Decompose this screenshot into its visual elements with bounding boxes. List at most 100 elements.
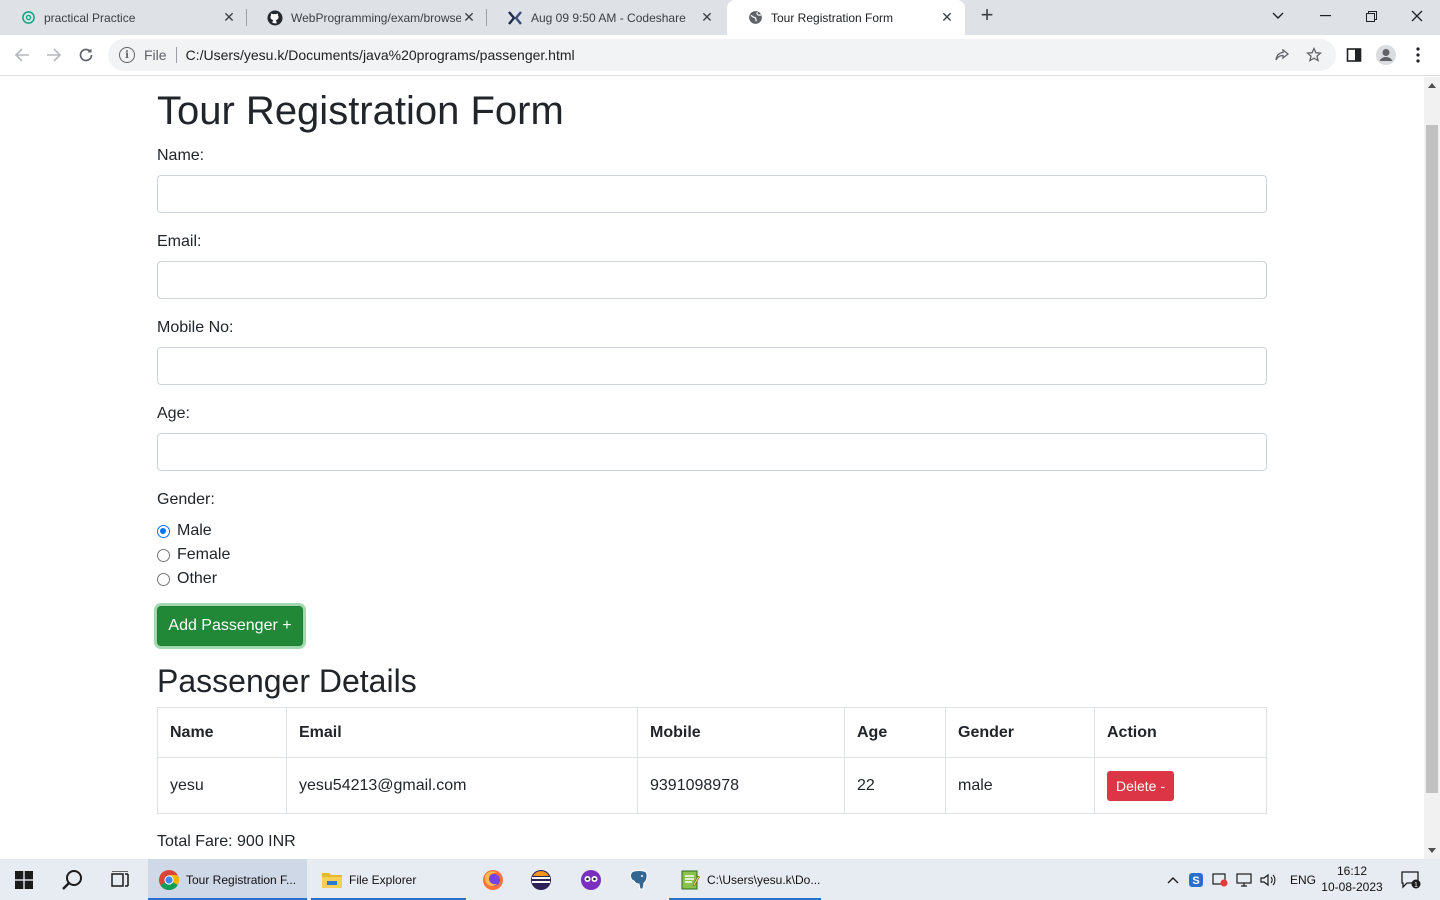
age-label: Age:	[157, 405, 190, 422]
taskbar-app-notepad[interactable]: C:\Users\yesu.k\Do...	[669, 859, 821, 900]
chrome-icon	[159, 869, 180, 890]
address-url[interactable]: C:/Users/yesu.k/Documents/java%20program…	[186, 47, 575, 63]
mobile-label: Mobile No:	[157, 319, 234, 336]
menu-kebab-icon[interactable]	[1406, 43, 1430, 67]
browser-toolbar: i File C:/Users/yesu.k/Documents/java%20…	[0, 35, 1440, 76]
passenger-table: Name Email Mobile Age Gender Action yesu…	[157, 707, 1267, 814]
address-scheme: File	[144, 47, 167, 63]
notification-center-icon[interactable]: 1	[1394, 859, 1428, 900]
tab-practical-practice[interactable]: practical Practice ✕	[0, 0, 247, 35]
column-header-email: Email	[286, 707, 638, 758]
clock-time: 16:12	[1336, 864, 1368, 878]
volume-icon[interactable]	[1256, 873, 1280, 887]
column-header-gender: Gender	[945, 707, 1095, 758]
cell-mobile: 9391098978	[637, 757, 845, 814]
table-header-row: Name Email Mobile Age Gender Action	[157, 707, 1267, 758]
email-label: Email:	[157, 233, 202, 250]
folder-icon	[322, 872, 342, 888]
name-label: Name:	[157, 147, 205, 164]
radio-male[interactable]	[157, 524, 170, 538]
mobile-input[interactable]	[157, 347, 1267, 385]
add-passenger-button[interactable]: Add Passenger +	[157, 606, 303, 646]
chatgpt-icon	[20, 10, 36, 26]
page-title: Tour Registration Form	[157, 89, 564, 133]
globe-icon	[747, 10, 763, 26]
cell-gender: male	[945, 757, 1095, 814]
language-indicator[interactable]: ENG	[1290, 873, 1316, 887]
column-header-action: Action	[1094, 707, 1267, 758]
tab-tour-registration[interactable]: Tour Registration Form ✕	[727, 0, 965, 35]
cell-age: 22	[844, 757, 946, 814]
clock[interactable]: 16:12 10-08-2023	[1316, 863, 1388, 895]
gender-option-other[interactable]: Other	[157, 570, 217, 588]
side-panel-icon[interactable]	[1342, 43, 1366, 67]
tab-title: practical Practice	[44, 10, 136, 25]
windows-taskbar: Tour Registration F... File Explorer C:\…	[0, 859, 1440, 900]
browser-tab-strip: practical Practice ✕ WebProgramming/exam…	[0, 0, 1440, 35]
tab-webprogramming[interactable]: WebProgramming/exam/browse ✕	[247, 0, 487, 35]
passenger-details-heading: Passenger Details	[157, 663, 417, 699]
new-tab-button[interactable]: +	[975, 4, 999, 28]
scroll-down-arrow-icon[interactable]	[1428, 848, 1436, 853]
eclipse-icon[interactable]	[518, 859, 564, 900]
forward-icon[interactable]	[40, 41, 68, 69]
scroll-up-arrow-icon[interactable]	[1428, 83, 1436, 88]
table-row: yesu yesu54213@gmail.com 9391098978 22 m…	[157, 757, 1267, 814]
cell-email: yesu54213@gmail.com	[286, 757, 638, 814]
close-window-icon[interactable]	[1394, 0, 1440, 32]
mask-app-icon[interactable]	[568, 859, 614, 900]
taskbar-app-label: Tour Registration F...	[186, 872, 297, 887]
windows-start-icon[interactable]	[0, 859, 48, 900]
profile-avatar-icon[interactable]	[1374, 43, 1398, 67]
notepad-plus-icon	[681, 870, 700, 889]
close-tab-icon[interactable]: ✕	[699, 9, 715, 26]
total-fare: Total Fare: 900 INR	[157, 833, 296, 850]
share-icon[interactable]	[1270, 43, 1294, 67]
search-icon[interactable]	[48, 859, 96, 900]
system-tray: S ENG	[1162, 859, 1316, 900]
email-input[interactable]	[157, 261, 1267, 299]
column-header-age: Age	[844, 707, 946, 758]
tab-codeshare[interactable]: Aug 09 9:50 AM - Codeshare ✕	[487, 0, 725, 35]
taskbar-app-file-explorer[interactable]: File Explorer	[311, 859, 466, 900]
radio-label: Other	[177, 570, 218, 587]
page-viewport: Tour Registration Form Name: Email: Mobi…	[0, 77, 1424, 859]
column-header-name: Name	[157, 707, 287, 758]
radio-label: Male	[177, 522, 212, 539]
delete-passenger-button[interactable]: Delete -	[1107, 770, 1175, 801]
network-icon[interactable]	[1232, 872, 1256, 887]
age-input[interactable]	[157, 433, 1267, 471]
notification-count: 1	[1414, 882, 1418, 889]
minimize-icon[interactable]	[1302, 0, 1348, 32]
postgresql-icon[interactable]	[616, 859, 662, 900]
tab-search-icon[interactable]	[1255, 0, 1301, 32]
gender-option-female[interactable]: Female	[157, 546, 230, 564]
tab-title: Tour Registration Form	[771, 10, 894, 25]
column-header-mobile: Mobile	[637, 707, 845, 758]
show-hidden-icons-icon[interactable]	[1162, 876, 1184, 884]
tab-title: Aug 09 9:50 AM - Codeshare	[531, 10, 686, 25]
cell-name: yesu	[157, 757, 287, 814]
reload-icon[interactable]	[72, 41, 100, 69]
page-scrollbar[interactable]	[1424, 77, 1440, 859]
task-view-icon[interactable]	[96, 859, 144, 900]
close-tab-icon[interactable]: ✕	[461, 9, 477, 26]
name-input[interactable]	[157, 175, 1267, 213]
gender-option-male[interactable]: Male	[157, 522, 212, 540]
address-bar[interactable]: i File C:/Users/yesu.k/Documents/java%20…	[108, 39, 1336, 71]
close-tab-icon[interactable]: ✕	[221, 9, 237, 26]
radio-other[interactable]	[157, 572, 170, 586]
gender-label: Gender:	[157, 491, 215, 508]
back-icon[interactable]	[8, 41, 36, 69]
scrollbar-thumb[interactable]	[1426, 125, 1438, 793]
taskbar-app-chrome[interactable]: Tour Registration F...	[148, 859, 307, 900]
skype-icon[interactable]: S	[1184, 872, 1208, 887]
bookmark-star-icon[interactable]	[1302, 43, 1326, 67]
clock-date: 10-08-2023	[1321, 880, 1383, 894]
site-info-icon[interactable]: i	[119, 47, 135, 63]
security-icon[interactable]	[1208, 872, 1232, 887]
firefox-icon[interactable]	[470, 859, 516, 900]
close-tab-icon[interactable]: ✕	[939, 9, 955, 26]
restore-icon[interactable]	[1348, 0, 1394, 32]
radio-female[interactable]	[157, 548, 170, 562]
